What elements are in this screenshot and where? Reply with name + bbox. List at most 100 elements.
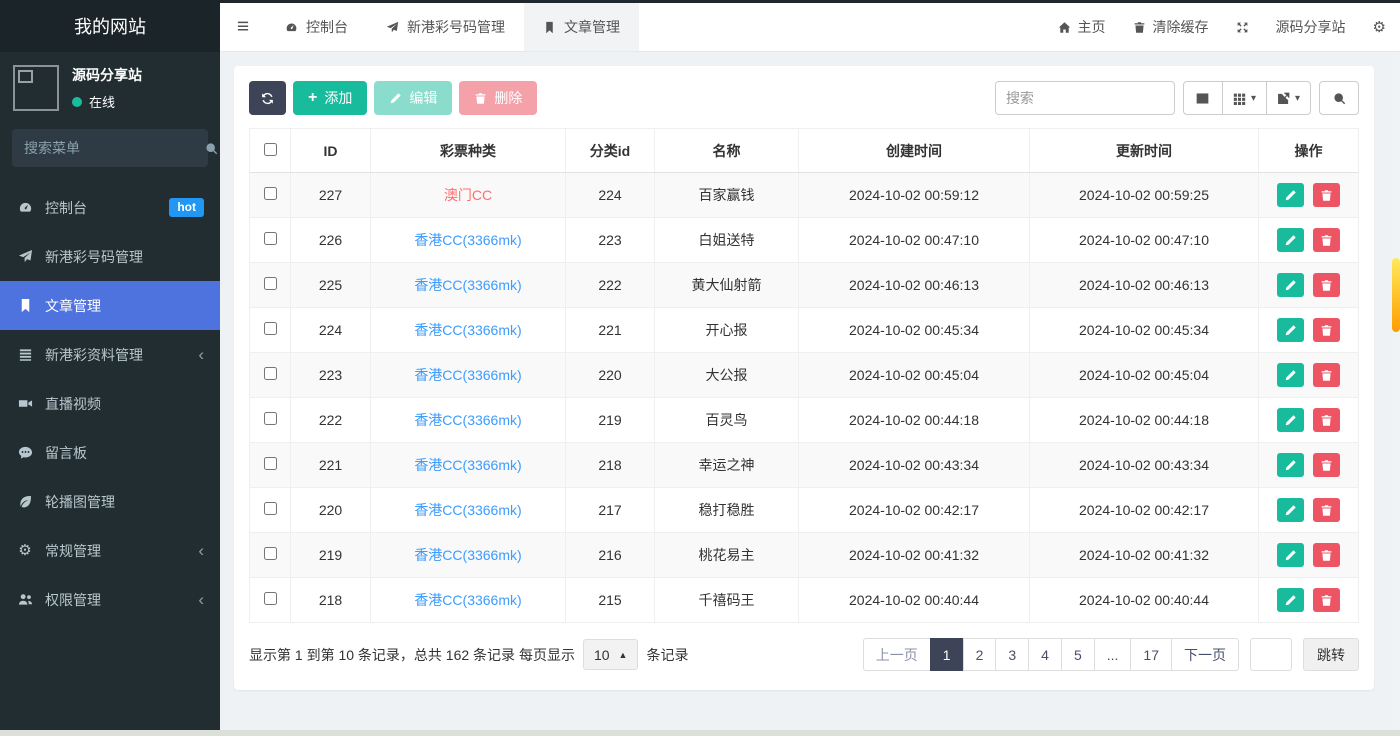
tab-articles[interactable]: 文章管理 [524, 3, 639, 51]
row-delete-button[interactable] [1313, 318, 1340, 342]
row-edit-button[interactable] [1277, 543, 1304, 567]
row-delete-button[interactable] [1313, 453, 1340, 477]
page-size-select[interactable]: 10 ▲ [583, 639, 639, 670]
lottery-link[interactable]: 澳门CC [444, 187, 492, 203]
table-row[interactable]: 221 香港CC(3366mk) 218 幸运之神 2024-10-02 00:… [250, 443, 1359, 488]
cell-id: 221 [291, 443, 371, 488]
fullscreen-button[interactable] [1236, 21, 1249, 34]
settings-button[interactable]: ⚙ [1373, 20, 1386, 35]
add-button[interactable]: + 添加 [293, 81, 367, 115]
refresh-button[interactable] [249, 81, 286, 115]
table-row[interactable]: 226 香港CC(3366mk) 223 白姐送特 2024-10-02 00:… [250, 218, 1359, 263]
sidebar-item-articles[interactable]: 文章管理 [0, 281, 220, 330]
page-button-3[interactable]: 3 [995, 638, 1029, 671]
row-edit-button[interactable] [1277, 273, 1304, 297]
page-button-1[interactable]: 1 [930, 638, 964, 671]
row-checkbox[interactable] [264, 592, 277, 605]
page-button-17[interactable]: 17 [1130, 638, 1172, 671]
row-delete-button[interactable] [1313, 543, 1340, 567]
toggle-search-button[interactable] [1319, 81, 1359, 115]
cell-category: 224 [566, 173, 655, 218]
cell-category: 215 [566, 578, 655, 623]
delete-button[interactable]: 删除 [459, 81, 537, 115]
row-delete-button[interactable] [1313, 588, 1340, 612]
sidebar-item-lottery-number[interactable]: 新港彩号码管理 [0, 232, 220, 281]
row-edit-button[interactable] [1277, 318, 1304, 342]
row-delete-button[interactable] [1313, 363, 1340, 387]
clear-cache-link[interactable]: 清除缓存 [1133, 17, 1209, 37]
row-delete-button[interactable] [1313, 408, 1340, 432]
sidebar-item-dashboard[interactable]: 控制台 hot [0, 183, 220, 232]
next-page-button[interactable]: 下一页 [1171, 638, 1239, 671]
row-delete-button[interactable] [1313, 183, 1340, 207]
site-user-menu[interactable]: 源码分享站 [1276, 17, 1346, 37]
row-edit-button[interactable] [1277, 363, 1304, 387]
lottery-link[interactable]: 香港CC(3366mk) [414, 277, 521, 293]
tab-dashboard[interactable]: 控制台 [266, 3, 367, 51]
row-delete-button[interactable] [1313, 273, 1340, 297]
table-row[interactable]: 220 香港CC(3366mk) 217 稳打稳胜 2024-10-02 00:… [250, 488, 1359, 533]
columns-button[interactable]: ▾ [1222, 81, 1267, 115]
hamburger-menu-icon[interactable]: ≡ [220, 3, 266, 51]
sidebar-search-input[interactable] [24, 140, 205, 156]
jump-page-input[interactable] [1250, 638, 1292, 671]
page-button-5[interactable]: 5 [1061, 638, 1095, 671]
table-search-input[interactable] [995, 81, 1175, 115]
row-checkbox[interactable] [264, 322, 277, 335]
row-delete-button[interactable] [1313, 498, 1340, 522]
lottery-link[interactable]: 香港CC(3366mk) [414, 502, 521, 518]
home-link[interactable]: 主页 [1058, 17, 1106, 37]
vertical-scrollbar-track[interactable] [1392, 52, 1400, 736]
table-row[interactable]: 225 香港CC(3366mk) 222 黄大仙射箭 2024-10-02 00… [250, 263, 1359, 308]
select-all-checkbox[interactable] [264, 143, 277, 156]
lottery-link[interactable]: 香港CC(3366mk) [414, 457, 521, 473]
sidebar-item-lottery-data[interactable]: 新港彩资料管理 ‹ [0, 330, 220, 379]
row-checkbox[interactable] [264, 232, 277, 245]
table-row[interactable]: 222 香港CC(3366mk) 219 百灵鸟 2024-10-02 00:4… [250, 398, 1359, 443]
sidebar-item-general[interactable]: ⚙ 常规管理 ‹ [0, 526, 220, 575]
sidebar-item-carousel[interactable]: 轮播图管理 [0, 477, 220, 526]
detail-view-button[interactable] [1183, 81, 1223, 115]
sidebar-item-permissions[interactable]: 权限管理 ‹ [0, 575, 220, 624]
row-delete-button[interactable] [1313, 228, 1340, 252]
tab-lottery-number[interactable]: 新港彩号码管理 [367, 3, 524, 51]
vertical-scrollbar-thumb[interactable] [1392, 258, 1400, 332]
sidebar-item-message-board[interactable]: 留言板 [0, 428, 220, 477]
row-edit-button[interactable] [1277, 183, 1304, 207]
lottery-link[interactable]: 香港CC(3366mk) [414, 232, 521, 248]
row-edit-button[interactable] [1277, 498, 1304, 522]
row-edit-button[interactable] [1277, 228, 1304, 252]
page-button-2[interactable]: 2 [963, 638, 997, 671]
table-row[interactable]: 219 香港CC(3366mk) 216 桃花易主 2024-10-02 00:… [250, 533, 1359, 578]
export-button[interactable]: ▾ [1266, 81, 1311, 115]
row-checkbox[interactable] [264, 277, 277, 290]
column-header-id: ID [291, 129, 371, 173]
row-edit-button[interactable] [1277, 408, 1304, 432]
lottery-link[interactable]: 香港CC(3366mk) [414, 412, 521, 428]
table-toolbar: + 添加 编辑 删除 ▾ [249, 81, 1359, 115]
row-checkbox[interactable] [264, 502, 277, 515]
sidebar-item-label: 控制台 [45, 198, 87, 218]
page-button-4[interactable]: 4 [1028, 638, 1062, 671]
row-checkbox[interactable] [264, 187, 277, 200]
row-edit-button[interactable] [1277, 588, 1304, 612]
table-row[interactable]: 224 香港CC(3366mk) 221 开心报 2024-10-02 00:4… [250, 308, 1359, 353]
horizontal-scrollbar[interactable] [0, 730, 1400, 736]
table-row[interactable]: 218 香港CC(3366mk) 215 千禧码王 2024-10-02 00:… [250, 578, 1359, 623]
row-edit-button[interactable] [1277, 453, 1304, 477]
row-checkbox[interactable] [264, 412, 277, 425]
lottery-link[interactable]: 香港CC(3366mk) [414, 592, 521, 608]
lottery-link[interactable]: 香港CC(3366mk) [414, 547, 521, 563]
table-row[interactable]: 227 澳门CC 224 百家赢钱 2024-10-02 00:59:12 20… [250, 173, 1359, 218]
lottery-link[interactable]: 香港CC(3366mk) [414, 322, 521, 338]
lottery-link[interactable]: 香港CC(3366mk) [414, 367, 521, 383]
row-checkbox[interactable] [264, 457, 277, 470]
edit-button[interactable]: 编辑 [374, 81, 452, 115]
prev-page-button[interactable]: 上一页 [863, 638, 931, 671]
jump-button[interactable]: 跳转 [1303, 638, 1359, 671]
row-checkbox[interactable] [264, 547, 277, 560]
table-row[interactable]: 223 香港CC(3366mk) 220 大公报 2024-10-02 00:4… [250, 353, 1359, 398]
row-checkbox[interactable] [264, 367, 277, 380]
sidebar-item-live-video[interactable]: 直播视频 [0, 379, 220, 428]
cell-category: 219 [566, 398, 655, 443]
